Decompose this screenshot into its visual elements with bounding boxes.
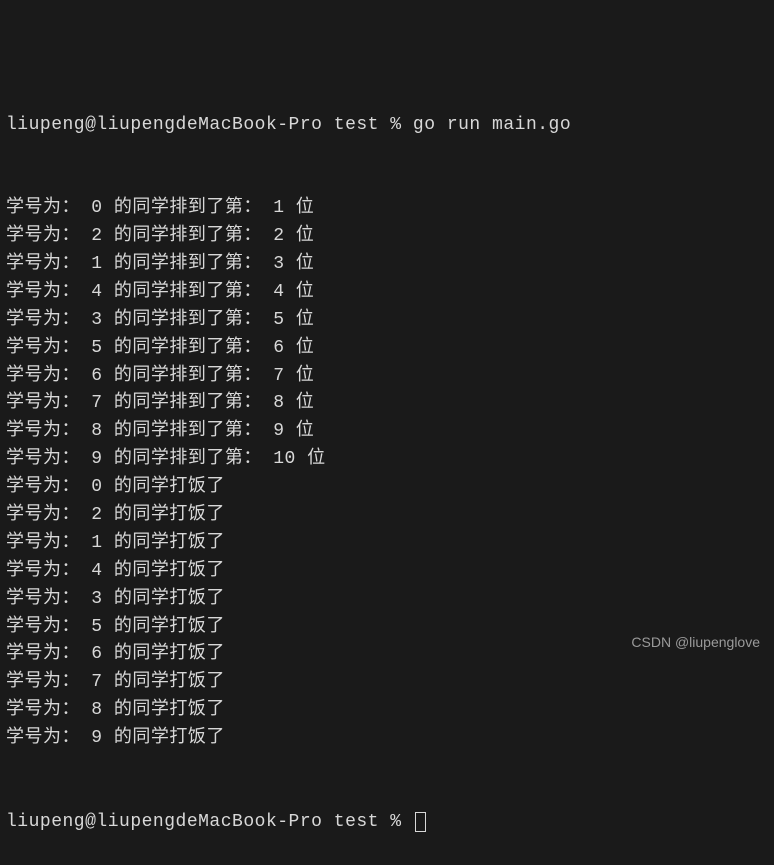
queue-line: 学号为： 2 的同学排到了第： 2 位 (6, 223, 768, 251)
watermark: CSDN @liupenglove (631, 632, 760, 654)
queue-line: 学号为： 0 的同学排到了第： 1 位 (6, 195, 768, 223)
eat-line: 学号为： 9 的同学打饭了 (6, 725, 768, 753)
command-prompt-line: liupeng@liupengdeMacBook-Pro test % go r… (6, 112, 768, 140)
queue-line: 学号为： 9 的同学排到了第： 10 位 (6, 446, 768, 474)
prompt-user-host: liupeng@liupengdeMacBook-Pro (6, 812, 322, 832)
program-output: 学号为： 0 的同学排到了第： 1 位学号为： 2 的同学排到了第： 2 位学号… (6, 195, 768, 753)
queue-line: 学号为： 1 的同学排到了第： 3 位 (6, 251, 768, 279)
eat-line: 学号为： 1 的同学打饭了 (6, 530, 768, 558)
prompt-user-host: liupeng@liupengdeMacBook-Pro (6, 115, 322, 135)
eat-line: 学号为： 8 的同学打饭了 (6, 697, 768, 725)
eat-line: 学号为： 2 的同学打饭了 (6, 502, 768, 530)
prompt-symbol: % (390, 115, 401, 135)
eat-line: 学号为： 0 的同学打饭了 (6, 474, 768, 502)
queue-line: 学号为： 7 的同学排到了第： 8 位 (6, 390, 768, 418)
queue-line: 学号为： 8 的同学排到了第： 9 位 (6, 418, 768, 446)
queue-line: 学号为： 4 的同学排到了第： 4 位 (6, 279, 768, 307)
eat-line: 学号为： 3 的同学打饭了 (6, 586, 768, 614)
next-prompt-line: liupeng@liupengdeMacBook-Pro test % (6, 809, 768, 837)
queue-line: 学号为： 3 的同学排到了第： 5 位 (6, 307, 768, 335)
prompt-dir: test (334, 115, 379, 135)
cursor[interactable] (415, 812, 426, 832)
eat-line: 学号为： 7 的同学打饭了 (6, 669, 768, 697)
queue-line: 学号为： 5 的同学排到了第： 6 位 (6, 335, 768, 363)
prompt-dir: test (334, 812, 379, 832)
eat-line: 学号为： 4 的同学打饭了 (6, 558, 768, 586)
prompt-symbol: % (390, 812, 401, 832)
command-text: go run main.go (413, 115, 571, 135)
queue-line: 学号为： 6 的同学排到了第： 7 位 (6, 363, 768, 391)
terminal-output[interactable]: liupeng@liupengdeMacBook-Pro test % go r… (6, 0, 768, 865)
